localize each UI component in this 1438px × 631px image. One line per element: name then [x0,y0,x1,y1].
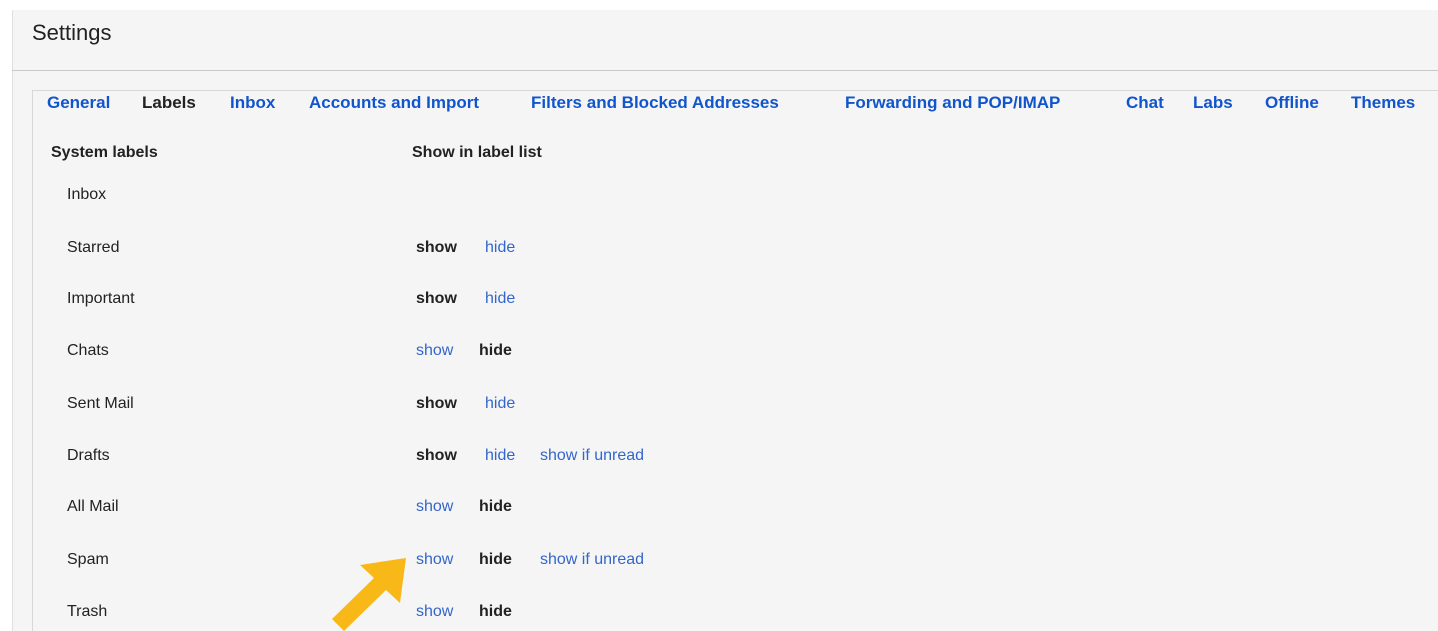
label-important: Important [67,290,135,307]
labels-content [32,118,1438,631]
sent-mail-show-option: show [416,395,457,412]
tab-chat[interactable]: Chat [1126,93,1164,113]
label-starred: Starred [67,239,120,256]
label-chats: Chats [67,342,109,359]
tab-themes[interactable]: Themes [1351,93,1415,113]
sent-mail-hide-link[interactable]: hide [485,395,515,413]
trash-show-link[interactable]: show [416,603,453,621]
show-in-label-list-heading: Show in label list [412,144,542,161]
spam-show-if-unread-link[interactable]: show if unread [540,551,644,569]
tab-accounts-and-import[interactable]: Accounts and Import [309,93,479,113]
tab-filters-and-blocked-addresses[interactable]: Filters and Blocked Addresses [531,93,779,113]
arrow-pointer-icon [332,558,406,631]
chats-show-link[interactable]: show [416,342,453,360]
label-trash: Trash [67,603,108,620]
tab-forwarding-and-pop-imap[interactable]: Forwarding and POP/IMAP [845,93,1060,113]
system-labels-heading: System labels [51,144,158,161]
tab-labels[interactable]: Labels [142,93,196,113]
label-spam: Spam [67,551,109,568]
chats-hide-option: hide [479,342,512,359]
important-show-option: show [416,290,457,307]
label-sent-mail: Sent Mail [67,395,134,412]
all-mail-show-link[interactable]: show [416,498,453,516]
drafts-show-option: show [416,447,457,464]
starred-show-option: show [416,239,457,256]
trash-hide-option: hide [479,603,512,620]
drafts-hide-link[interactable]: hide [485,447,515,465]
label-all-mail: All Mail [67,498,119,515]
tab-general[interactable]: General [47,93,110,113]
starred-hide-link[interactable]: hide [485,239,515,257]
tab-inbox[interactable]: Inbox [230,93,275,113]
settings-header: Settings [12,10,1438,71]
all-mail-hide-option: hide [479,498,512,515]
label-drafts: Drafts [67,447,110,464]
important-hide-link[interactable]: hide [485,290,515,308]
spam-hide-option: hide [479,551,512,568]
spam-show-link[interactable]: show [416,551,453,569]
page-title: Settings [32,20,112,45]
label-inbox: Inbox [67,186,107,203]
tab-labs[interactable]: Labs [1193,93,1233,113]
tab-offline[interactable]: Offline [1265,93,1319,113]
drafts-show-if-unread-link[interactable]: show if unread [540,447,644,465]
